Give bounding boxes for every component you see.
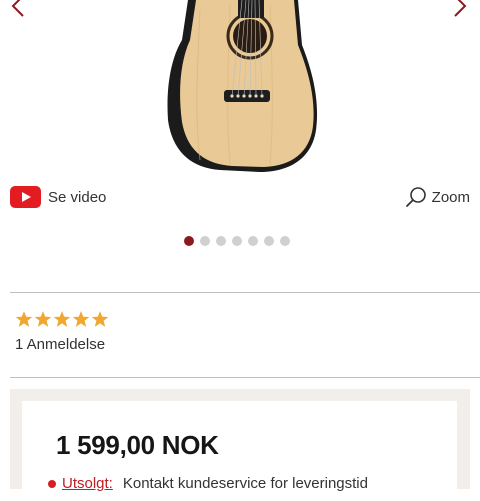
- product-rating[interactable]: 1 Anmeldelse: [15, 310, 109, 353]
- stock-status-link[interactable]: Utsolgt:: [62, 475, 113, 492]
- video-label: Se video: [48, 188, 107, 206]
- divider: [10, 292, 480, 293]
- reviews-count-link[interactable]: 1 Anmeldelse: [15, 336, 109, 353]
- youtube-icon: [10, 186, 41, 208]
- gallery-dot[interactable]: [248, 236, 258, 246]
- gallery-dot[interactable]: [200, 236, 210, 246]
- gallery-dot[interactable]: [184, 236, 194, 246]
- star-icon: [91, 311, 109, 327]
- stock-status-row: Utsolgt: Kontakt kundeservice for leveri…: [48, 475, 368, 492]
- star-icon: [53, 311, 71, 327]
- search-icon: [405, 187, 426, 207]
- star-icon: [15, 311, 33, 327]
- gallery-dot[interactable]: [280, 236, 290, 246]
- chevron-right-icon[interactable]: [446, 0, 472, 20]
- zoom-label: Zoom: [431, 188, 470, 206]
- gallery-dot[interactable]: [232, 236, 242, 246]
- stock-message: Kontakt kundeservice for leveringstid: [122, 475, 368, 492]
- star-rating: [15, 310, 109, 328]
- product-price: 1 599,00 NOK: [56, 430, 219, 460]
- price-card: 1 599,00 NOK Utsolgt: Kontakt kundeservi…: [22, 401, 457, 501]
- gallery-dot[interactable]: [264, 236, 274, 246]
- product-gallery: [0, 0, 480, 180]
- star-icon: [72, 311, 90, 327]
- guitar-image[interactable]: [160, 0, 325, 178]
- chevron-left-icon[interactable]: [6, 0, 32, 20]
- zoom-button[interactable]: Zoom: [405, 186, 470, 208]
- gallery-pagination: [184, 236, 290, 246]
- star-icon: [34, 311, 52, 327]
- gallery-dot[interactable]: [216, 236, 226, 246]
- stock-indicator-dot: [48, 479, 56, 488]
- watch-video-button[interactable]: Se video: [10, 186, 106, 208]
- purchase-panel: 1 599,00 NOK Utsolgt: Kontakt kundeservi…: [10, 389, 470, 501]
- divider: [10, 377, 480, 378]
